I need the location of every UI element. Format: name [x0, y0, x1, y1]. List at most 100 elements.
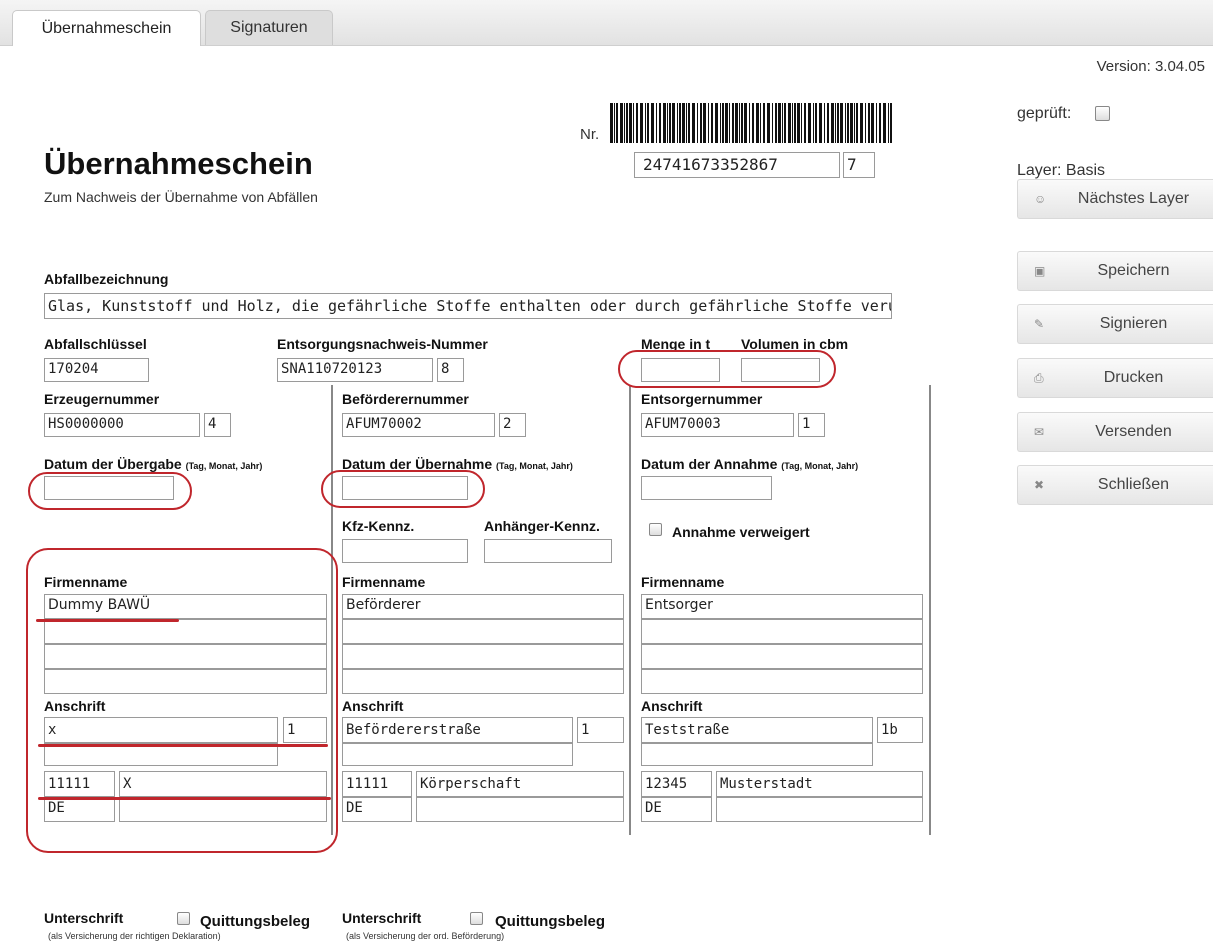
- entsorger-housenr-field[interactable]: 1b: [877, 717, 923, 743]
- befoerderer-ort-field[interactable]: Körperschaft: [416, 771, 624, 797]
- button-label: Versenden: [1095, 423, 1172, 440]
- entsorger-ort-field[interactable]: Musterstadt: [716, 771, 923, 797]
- entsorger-firmenname-line-3[interactable]: [641, 644, 923, 669]
- datum-annahme-field[interactable]: [641, 476, 772, 500]
- quittung1-label: Quittungsbeleg: [200, 913, 310, 930]
- annahme-verweigert-label: Annahme verweigert: [672, 524, 810, 540]
- entsorgungsnachweis-label: Entsorgungsnachweis-Nummer: [277, 336, 488, 352]
- tab-uebernahmeschein[interactable]: Übernahmeschein: [12, 10, 201, 46]
- befoerderernummer-field[interactable]: AFUM70002: [342, 413, 495, 437]
- befoerderer-housenr-field[interactable]: 1: [577, 717, 624, 743]
- abfallbezeichnung-label: Abfallbezeichnung: [44, 271, 169, 287]
- close-icon: ✖: [1034, 478, 1045, 492]
- befoerderer-firmenname-line-1[interactable]: Beförderer: [342, 594, 624, 619]
- entsorgernummer-check-field[interactable]: 1: [798, 413, 825, 437]
- datum-annahme-label: Datum der Annahme (Tag, Monat, Jahr): [641, 456, 858, 472]
- annotation-box: [26, 548, 338, 853]
- befoerderer-firmenname-line-3[interactable]: [342, 644, 624, 669]
- entsorger-extra-field[interactable]: [716, 797, 923, 822]
- annotation-ellipse: [321, 470, 485, 508]
- entsorgungsnachweis-check-field[interactable]: 8: [437, 358, 464, 382]
- send-button[interactable]: ✉ Versenden: [1017, 412, 1213, 452]
- save-icon: ▣: [1034, 264, 1046, 278]
- entsorgungsnachweis-field[interactable]: SNA110720123: [277, 358, 433, 382]
- befoerderer-street2-field[interactable]: [342, 743, 573, 766]
- anhaenger-label: Anhänger-Kennz.: [484, 518, 600, 534]
- button-label: Speichern: [1097, 262, 1170, 279]
- erzeugernummer-check-field[interactable]: 4: [204, 413, 231, 437]
- entsorgernummer-field[interactable]: AFUM70003: [641, 413, 794, 437]
- entsorger-anschrift-label: Anschrift: [641, 698, 703, 714]
- tab-signaturen[interactable]: Signaturen: [205, 10, 333, 45]
- entsorger-country-field[interactable]: DE: [641, 797, 712, 822]
- entsorger-firmenname-line-4[interactable]: [641, 669, 923, 694]
- befoerderer-street-field[interactable]: Befördererstraße: [342, 717, 573, 743]
- signature2-hint: (als Versicherung der ord. Beförderung): [346, 931, 505, 941]
- next-layer-button[interactable]: ☺ Nächstes Layer: [1017, 179, 1213, 219]
- signature1-label: Unterschrift: [44, 910, 124, 926]
- entsorgernummer-label: Entsorgernummer: [641, 391, 763, 407]
- entsorger-street-field[interactable]: Teststraße: [641, 717, 873, 743]
- befoerderer-firmenname-line-4[interactable]: [342, 669, 624, 694]
- geprueft-label: geprüft:: [1017, 105, 1072, 122]
- abfallschluessel-label: Abfallschlüssel: [44, 336, 147, 352]
- column-divider: [929, 385, 931, 835]
- erzeugernummer-field[interactable]: HS0000000: [44, 413, 200, 437]
- kfz-field[interactable]: [342, 539, 468, 563]
- save-button[interactable]: ▣ Speichern: [1017, 251, 1213, 291]
- befoerderer-firmenname-label: Firmenname: [342, 574, 426, 590]
- abfallschluessel-field[interactable]: 170204: [44, 358, 149, 382]
- button-label: Schließen: [1097, 476, 1170, 493]
- column-divider: [629, 385, 631, 835]
- quittung2-label: Quittungsbeleg: [495, 913, 605, 930]
- user-icon: ☺: [1034, 192, 1047, 206]
- datum-uebergabe-label: Datum der Übergabe (Tag, Monat, Jahr): [44, 456, 262, 472]
- pen-icon: ✎: [1034, 317, 1045, 331]
- date-hint: (Tag, Monat, Jahr): [496, 461, 573, 471]
- annotation-underline: [38, 797, 331, 800]
- quittung2-checkbox[interactable]: [470, 912, 483, 925]
- anhaenger-field[interactable]: [484, 539, 612, 563]
- layer-label: Layer: Basis: [1017, 162, 1106, 179]
- tab-label: Signaturen: [230, 19, 308, 36]
- mail-icon: ✉: [1034, 425, 1045, 439]
- annotation-underline: [38, 744, 328, 747]
- button-label: Drucken: [1103, 369, 1164, 386]
- page-subtitle: Zum Nachweis der Übernahme von Abfällen: [44, 189, 318, 205]
- signature1-hint: (als Versicherung der richtigen Deklarat…: [48, 931, 221, 941]
- close-button[interactable]: ✖ Schließen: [1017, 465, 1213, 505]
- entsorger-street2-field[interactable]: [641, 743, 873, 766]
- befoerderer-country-field[interactable]: DE: [342, 797, 412, 822]
- annahme-verweigert-checkbox[interactable]: [649, 523, 662, 536]
- tab-label: Übernahmeschein: [41, 19, 172, 37]
- annotation-ellipse: [28, 472, 192, 510]
- button-label: Nächstes Layer: [1077, 190, 1190, 207]
- print-button[interactable]: ⎙ Drucken: [1017, 358, 1213, 398]
- befoerderer-firmenname-line-2[interactable]: [342, 619, 624, 644]
- nr-check-field[interactable]: 7: [843, 152, 875, 178]
- barcode-image: [610, 103, 892, 143]
- quittung1-checkbox[interactable]: [177, 912, 190, 925]
- erzeugernummer-label: Erzeugernummer: [44, 391, 160, 407]
- nr-field[interactable]: 24741673352867: [634, 152, 840, 178]
- kfz-label: Kfz-Kennz.: [342, 518, 415, 534]
- entsorger-plz-field[interactable]: 12345: [641, 771, 712, 797]
- signature2-label: Unterschrift: [342, 910, 422, 926]
- befoerderernummer-label: Beförderernummer: [342, 391, 469, 407]
- annotation-underline: [36, 619, 179, 622]
- date-hint: (Tag, Monat, Jahr): [781, 461, 859, 471]
- entsorger-firmenname-line-2[interactable]: [641, 619, 923, 644]
- entsorger-firmenname-line-1[interactable]: Entsorger: [641, 594, 923, 619]
- nr-label: Nr.: [580, 126, 600, 143]
- version-text: Version: 3.04.05: [1096, 58, 1205, 75]
- annotation-ellipse: [618, 350, 836, 388]
- geprueft-checkbox[interactable]: [1095, 106, 1110, 121]
- page-title: Übernahmeschein: [44, 146, 313, 181]
- datum-annahme-text: Datum der Annahme: [641, 456, 778, 472]
- befoerderer-plz-field[interactable]: 11111: [342, 771, 412, 797]
- sign-button[interactable]: ✎ Signieren: [1017, 304, 1213, 344]
- befoerderernummer-check-field[interactable]: 2: [499, 413, 526, 437]
- datum-uebergabe-text: Datum der Übergabe: [44, 456, 182, 472]
- befoerderer-extra-field[interactable]: [416, 797, 624, 822]
- abfallbezeichnung-field[interactable]: Glas, Kunststoff und Holz, die gefährlic…: [44, 293, 892, 319]
